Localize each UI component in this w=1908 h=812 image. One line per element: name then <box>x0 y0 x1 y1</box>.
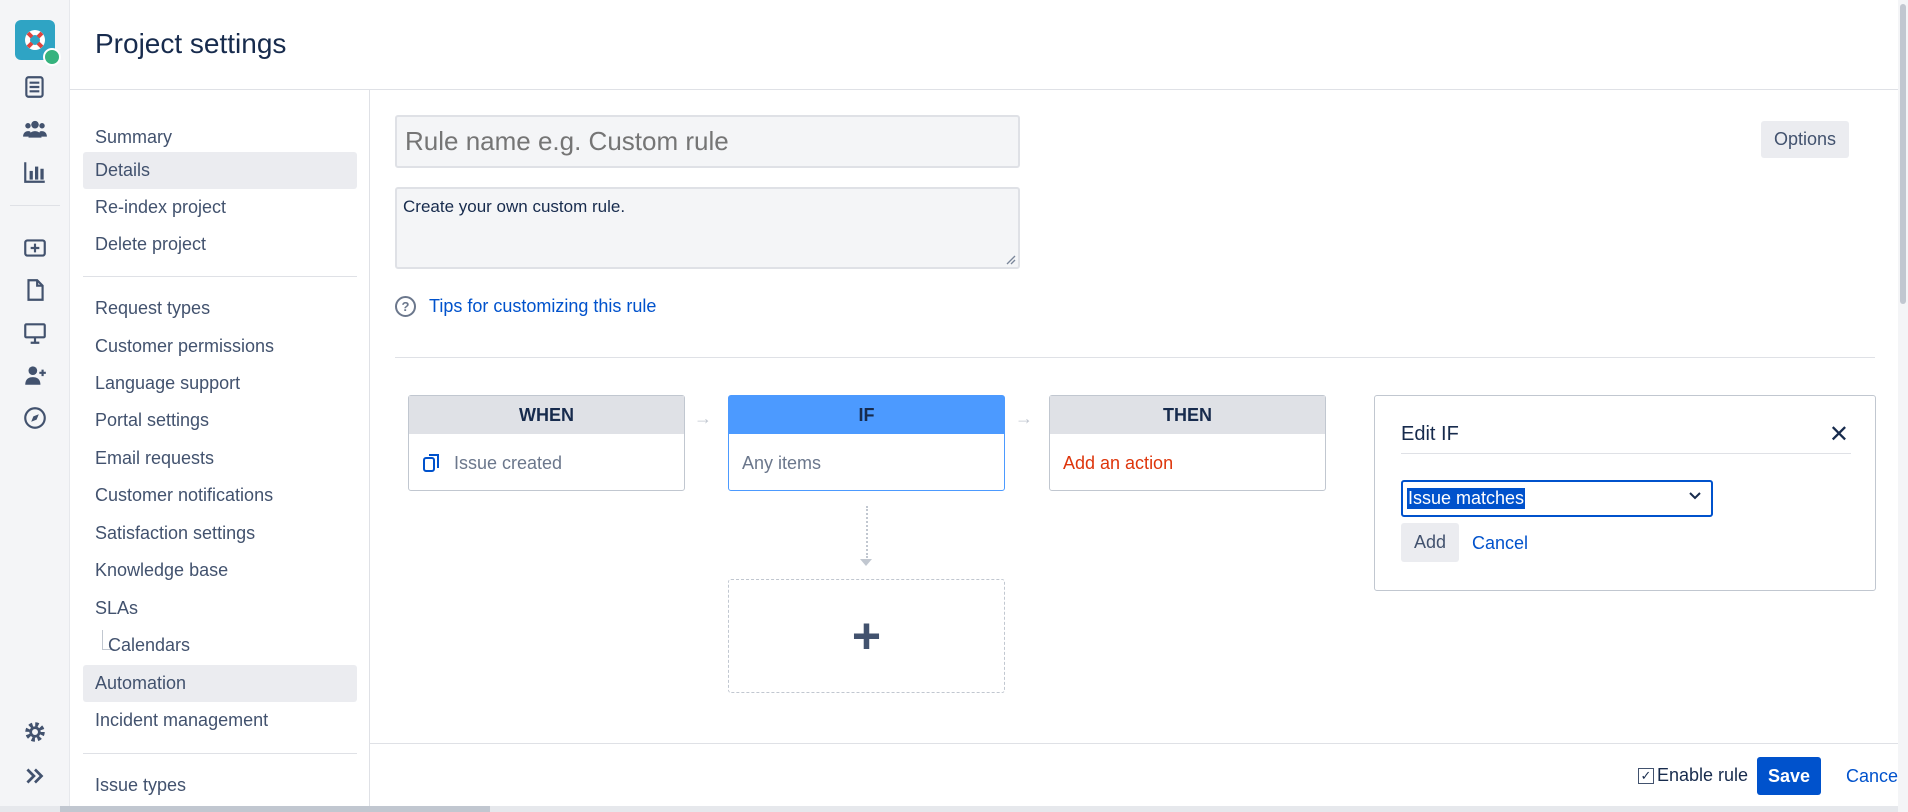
flow-connector <box>866 506 868 558</box>
resize-grip-icon[interactable] <box>1004 253 1016 265</box>
checkbox-checked-icon[interactable]: ✓ <box>1638 767 1654 784</box>
customers-icon[interactable] <box>15 109 55 149</box>
when-body: Issue created <box>409 434 684 492</box>
queues-icon[interactable] <box>15 67 55 107</box>
condition-select-value: Issue matches <box>1407 488 1526 509</box>
save-button[interactable]: Save <box>1757 757 1821 795</box>
logo-badge <box>43 48 61 66</box>
reports-icon[interactable] <box>15 152 55 192</box>
invite-team-icon[interactable] <box>15 355 55 395</box>
raise-request-icon[interactable] <box>15 228 55 268</box>
sidebar-item-delete-project[interactable]: Delete project <box>83 226 357 263</box>
when-label: WHEN <box>409 396 684 434</box>
sidebar-item-summary[interactable]: Summary <box>83 119 357 156</box>
then-body: Add an action <box>1050 434 1325 492</box>
sidebar-item-incident-management[interactable]: Incident management <box>83 702 357 739</box>
sidebar-item-calendars[interactable]: Calendars <box>108 627 348 664</box>
plus-icon: + <box>851 608 882 664</box>
when-value: Issue created <box>454 452 563 473</box>
rail-divider <box>10 205 60 206</box>
close-icon[interactable]: ✕ <box>1829 420 1849 449</box>
scrollbar-thumb[interactable] <box>1900 4 1906 304</box>
arrow-right-icon: → <box>694 408 712 428</box>
sidebar-item-automation[interactable]: Automation <box>83 665 357 702</box>
section-divider <box>395 357 1875 358</box>
explore-icon[interactable] <box>15 398 55 438</box>
sidebar-item-details[interactable]: Details <box>83 152 357 189</box>
sidebar-item-customer-permissions[interactable]: Customer permissions <box>83 328 357 365</box>
panel-divider <box>1401 453 1851 454</box>
sidebar-divider <box>83 753 357 754</box>
connector-arrow-icon <box>860 559 872 566</box>
pages-icon[interactable] <box>15 270 55 310</box>
options-button[interactable]: Options <box>1761 121 1849 158</box>
help-icon: ? <box>395 296 416 317</box>
edit-if-panel: Edit IF ✕ Issue matches Add Cancel <box>1374 395 1876 591</box>
settings-icon[interactable] <box>15 712 55 752</box>
if-body: Any items <box>729 434 1004 492</box>
add-condition-button[interactable]: + <box>728 579 1005 693</box>
edit-panel-title: Edit IF <box>1401 423 1459 445</box>
lifebuoy-icon <box>25 30 45 50</box>
page-title: Project settings <box>95 28 287 59</box>
enable-rule-checkbox[interactable]: ✓ Enable rule <box>1638 765 1748 786</box>
expand-icon[interactable] <box>15 756 55 796</box>
arrow-right-icon: → <box>1015 408 1033 428</box>
enable-rule-label: Enable rule <box>1657 765 1749 785</box>
scrollbar-thumb[interactable] <box>60 806 490 812</box>
rule-name-input[interactable] <box>395 115 1020 168</box>
sidebar-item-request-types[interactable]: Request types <box>83 290 357 327</box>
add-action-link[interactable]: Add an action <box>1063 453 1173 474</box>
footer-divider <box>370 743 1898 744</box>
chevron-down-icon <box>1689 492 1701 500</box>
sidebar-item-slas[interactable]: SLAs <box>83 590 357 627</box>
add-button[interactable]: Add <box>1401 523 1459 562</box>
rule-description-field[interactable]: Create your own custom rule. <box>395 187 1020 269</box>
when-block[interactable]: WHEN Issue created <box>408 395 685 491</box>
if-value: Any items <box>742 452 822 473</box>
global-nav-rail <box>0 0 70 812</box>
vertical-scrollbar[interactable] <box>1898 0 1908 812</box>
sidebar-item-portal-settings[interactable]: Portal settings <box>83 402 357 439</box>
then-label: THEN <box>1050 396 1325 434</box>
copy-icon <box>423 454 439 472</box>
sidebar-item-satisfaction-settings[interactable]: Satisfaction settings <box>83 515 357 552</box>
cancel-button[interactable]: Cancel <box>1846 766 1902 787</box>
tips-link[interactable]: Tips for customizing this rule <box>429 296 656 317</box>
customer-portal-icon[interactable] <box>15 313 55 353</box>
edit-cancel-link[interactable]: Cancel <box>1472 533 1528 554</box>
if-block[interactable]: IF Any items <box>728 395 1005 491</box>
sidebar-item-email-requests[interactable]: Email requests <box>83 440 357 477</box>
if-label: IF <box>729 396 1004 434</box>
app-logo-icon[interactable] <box>15 20 61 66</box>
sidebar-item-language-support[interactable]: Language support <box>83 365 357 402</box>
settings-sidebar: Summary Details Re-index project Delete … <box>70 90 370 812</box>
tips-row: ? Tips for customizing this rule <box>395 296 656 317</box>
sidebar-item-issue-types[interactable]: Issue types <box>83 767 357 804</box>
then-block[interactable]: THEN Add an action <box>1049 395 1326 491</box>
condition-select[interactable]: Issue matches <box>1401 480 1713 517</box>
sidebar-item-customer-notifications[interactable]: Customer notifications <box>83 477 357 514</box>
horizontal-scrollbar[interactable] <box>0 806 1898 812</box>
sidebar-item-knowledge-base[interactable]: Knowledge base <box>83 552 357 589</box>
sidebar-item-reindex-project[interactable]: Re-index project <box>83 189 357 226</box>
sidebar-divider <box>83 276 357 277</box>
